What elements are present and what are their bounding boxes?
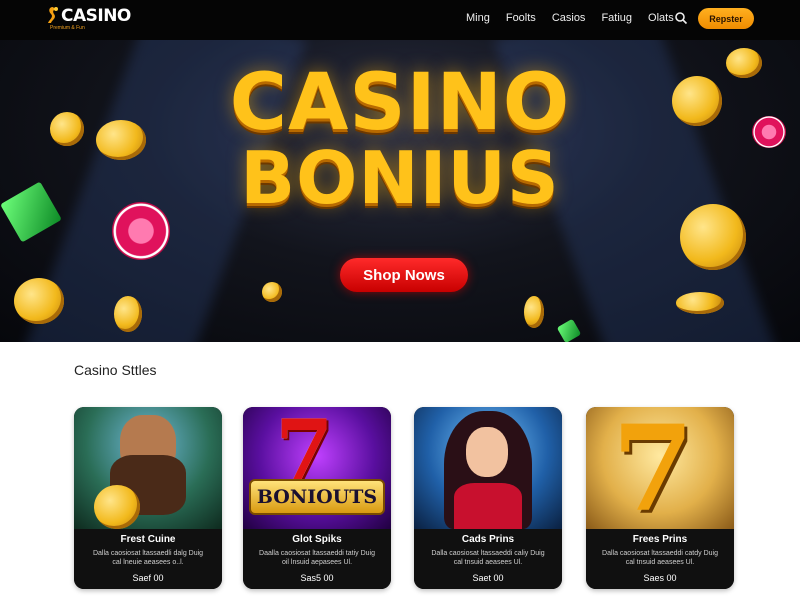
card-image-woman bbox=[414, 407, 562, 529]
shop-now-button[interactable]: Shop Nows bbox=[340, 258, 468, 292]
gold-coin-icon bbox=[94, 485, 140, 529]
logo-text: CASINO bbox=[61, 6, 131, 26]
card-title: Cads Prins bbox=[461, 534, 515, 545]
gold-coin-icon bbox=[114, 296, 142, 332]
card-body: Cads Prins Dalla caosiosat ltassaeddi ca… bbox=[414, 529, 562, 589]
card-description: Dalla caosiosat ltassaeddi catdy Duig ca… bbox=[602, 550, 718, 566]
game-card[interactable]: Cads Prins Dalla caosiosat ltassaeddi ca… bbox=[414, 407, 562, 589]
card-body: Frees Prins Dalla caosiosat ltassaeddi c… bbox=[586, 529, 734, 589]
gold-coin-icon bbox=[676, 292, 724, 314]
hero-title-line-1: CASINO bbox=[229, 58, 571, 148]
card-title: Frest Cuine bbox=[120, 534, 176, 545]
register-button[interactable]: Repster bbox=[698, 8, 754, 29]
top-navbar: CASINO Premium & Fun Ming Foolts Casios … bbox=[0, 0, 800, 40]
card-title: Frees Prins bbox=[632, 534, 688, 545]
card-image-warrior bbox=[74, 407, 222, 529]
card-image-seven-bonus: 7 BONIOUTS bbox=[243, 407, 391, 529]
gold-coin-icon bbox=[262, 282, 282, 302]
card-description: Daalla caosiosat ltassaeddi tatiy Duig o… bbox=[259, 550, 375, 566]
menu-item-4[interactable]: Fatiug bbox=[601, 12, 632, 24]
face-icon bbox=[466, 427, 508, 477]
card-description: Dalla caosiosat ltassaedli dalg Duig cal… bbox=[92, 550, 204, 566]
menu-item-5[interactable]: Olats bbox=[648, 12, 674, 24]
card-body: Glot Spiks Daalla caosiosat ltassaeddi t… bbox=[243, 529, 391, 589]
bonus-banner: BONIOUTS bbox=[249, 479, 385, 515]
card-price: Saes 00 bbox=[643, 573, 677, 583]
gold-coin-icon bbox=[14, 278, 64, 324]
game-card[interactable]: 7 Frees Prins Dalla caosiosat ltassaeddi… bbox=[586, 407, 734, 589]
card-title: Glot Spiks bbox=[292, 534, 342, 545]
hero-title-line-2: BONIUS bbox=[240, 136, 560, 220]
lucky-seven-icon: 7 bbox=[612, 407, 695, 538]
menu-item-1[interactable]: Ming bbox=[466, 12, 490, 24]
logo[interactable]: CASINO bbox=[46, 6, 131, 26]
menu-item-2[interactable]: Foolts bbox=[506, 12, 536, 24]
gold-coin-icon bbox=[524, 296, 544, 328]
casino-logo-icon bbox=[48, 7, 58, 23]
card-price: Sas5 00 bbox=[300, 573, 334, 583]
search-icon[interactable] bbox=[674, 11, 688, 25]
game-card[interactable]: Frest Cuine Dalla caosiosat ltassaedli d… bbox=[74, 407, 222, 589]
logo-tagline: Premium & Fun bbox=[50, 25, 85, 31]
card-price: Saef 00 bbox=[132, 573, 164, 583]
red-dress-icon bbox=[454, 483, 522, 529]
main-menu: Ming Foolts Casios Fatiug Olats bbox=[466, 12, 674, 24]
section-title: Casino Sttles bbox=[74, 362, 157, 378]
card-description: Dalla caosiosat ltassaeddi caliy Duig ca… bbox=[431, 550, 545, 566]
card-image-golden-seven: 7 bbox=[586, 407, 734, 538]
game-card[interactable]: 7 BONIOUTS Glot Spiks Daalla caosiosat l… bbox=[243, 407, 391, 589]
card-price: Saet 00 bbox=[472, 573, 504, 583]
menu-item-3[interactable]: Casios bbox=[552, 12, 586, 24]
hero-banner: CASINO BONIUS Shop Nows bbox=[0, 40, 800, 342]
emerald-gem-icon bbox=[556, 318, 582, 342]
card-body: Frest Cuine Dalla caosiosat ltassaedli d… bbox=[74, 529, 222, 589]
